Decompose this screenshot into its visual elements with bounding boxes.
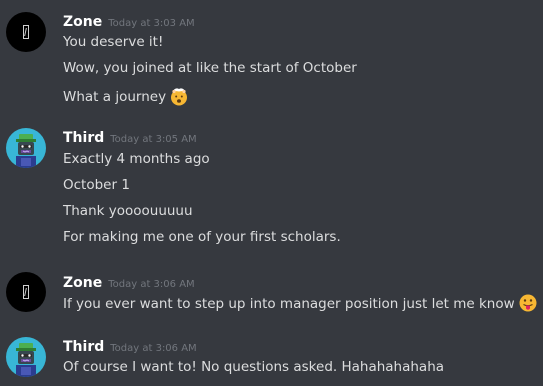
message-text: What a journey [63, 89, 167, 105]
message-line: Thank yoooouuuuu [63, 203, 193, 219]
green-robot-avatar-icon[interactable] [6, 337, 46, 377]
message-line: Of course I want to! No questions asked.… [63, 359, 444, 375]
message-line: October 1 [63, 177, 130, 193]
message-header: Third Today at 3:06 AM [63, 336, 197, 355]
mind-blown-emoji[interactable] [169, 86, 189, 106]
tongue-out-emoji[interactable] [518, 293, 538, 313]
message-line: You deserve it! [63, 34, 163, 50]
message-text: For making me one of your first scholars… [63, 229, 341, 245]
message-text: If you ever want to step up into manager… [63, 296, 515, 312]
message-line: Exactly 4 months ago [63, 151, 210, 167]
message-text: Thank yoooouuuuu [63, 203, 193, 219]
username[interactable]: Third [63, 130, 104, 146]
message-text: Wow, you joined at like the start of Oct… [63, 60, 357, 76]
timestamp[interactable]: Today at 3:03 AM [108, 18, 194, 29]
message-line: For making me one of your first scholars… [63, 229, 341, 245]
green-robot-avatar-icon[interactable] [6, 128, 46, 168]
username[interactable]: Zone [63, 275, 102, 291]
username[interactable]: Third [63, 339, 104, 355]
message-header: Zone Today at 3:03 AM [63, 11, 195, 30]
chat-messages: Zone Today at 3:03 AM You deserve it! Wow… [0, 0, 543, 386]
timestamp[interactable]: Today at 3:06 AM [110, 343, 196, 354]
zone-logo-icon[interactable] [6, 12, 46, 52]
message-text: You deserve it! [63, 34, 164, 50]
message-line: If you ever want to step up into manager… [63, 293, 538, 313]
message-text: Of course I want to! No questions asked.… [63, 359, 445, 375]
message-line: Wow, you joined at like the start of Oct… [63, 60, 357, 76]
username[interactable]: Zone [63, 14, 102, 30]
message-text: Exactly 4 months ago [63, 151, 210, 167]
message-text: October 1 [63, 177, 130, 193]
message-header: Zone Today at 3:06 AM [63, 272, 195, 291]
zone-logo-icon[interactable] [6, 272, 46, 312]
timestamp[interactable]: Today at 3:06 AM [108, 279, 194, 290]
message-line: What a journey [63, 86, 189, 106]
timestamp[interactable]: Today at 3:05 AM [110, 134, 196, 145]
message-header: Third Today at 3:05 AM [63, 127, 197, 146]
